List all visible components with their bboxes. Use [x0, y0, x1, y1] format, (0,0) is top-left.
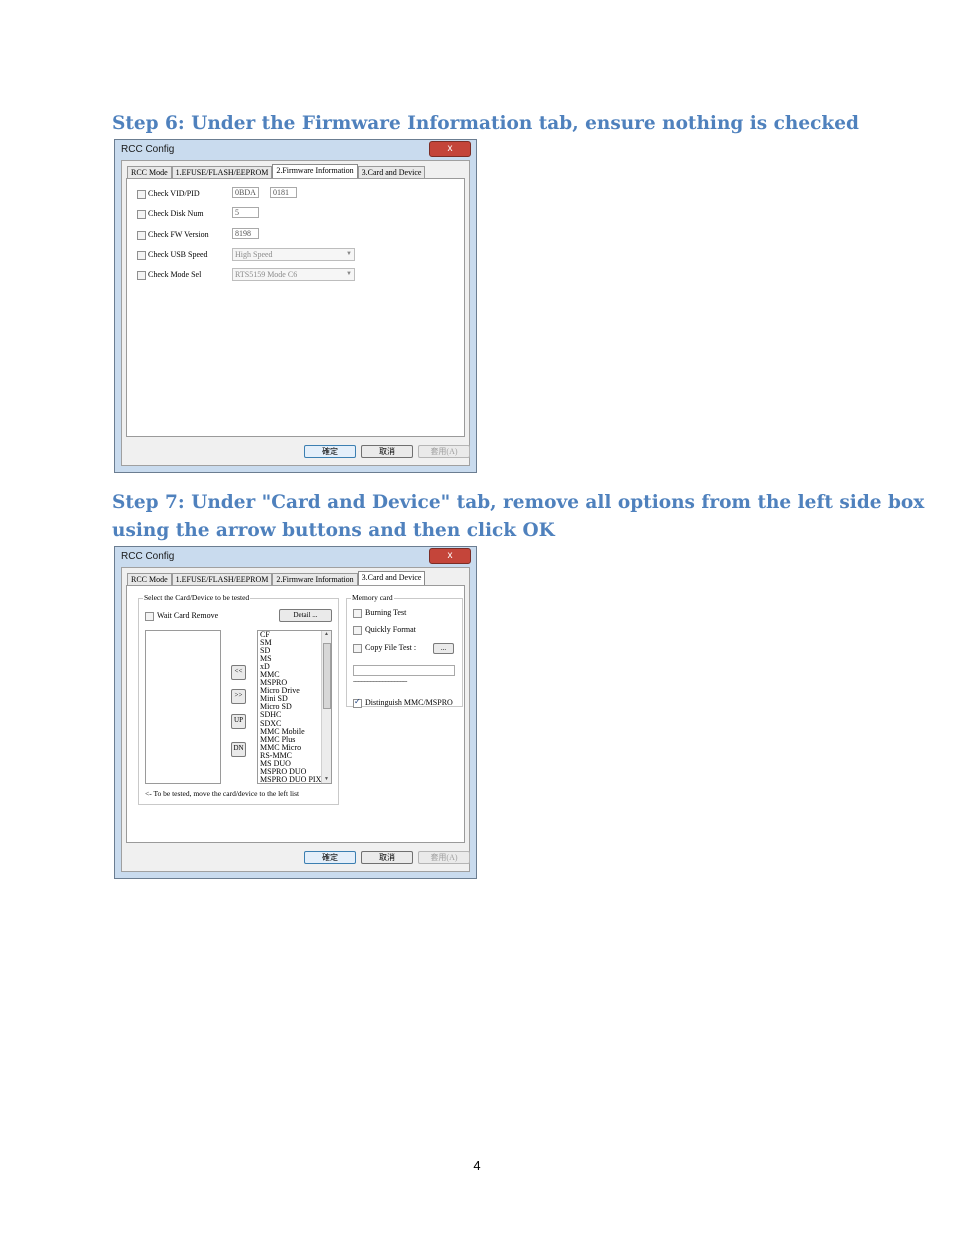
- window-title: RCC Config: [121, 551, 175, 562]
- apply-button[interactable]: 套用(A): [418, 445, 470, 458]
- check-mode-sel-label: Check Mode Sel: [148, 270, 202, 279]
- check-usb-speed-checkbox[interactable]: [137, 251, 146, 260]
- page-number: 4: [473, 1158, 481, 1173]
- scroll-up-icon[interactable]: ▲: [322, 632, 331, 637]
- step-7-heading-line-1: Step 7: Under "Card and Device" tab, rem…: [112, 492, 925, 513]
- copy-file-test-checkbox[interactable]: [353, 644, 362, 653]
- distinguish-mmc-mspro-label: Distinguish MMC/MSPRO: [365, 698, 453, 707]
- step-6-heading: Step 6: Under the Firmware Information t…: [112, 113, 859, 134]
- check-fw-version-checkbox[interactable]: [137, 231, 146, 240]
- window-body: RCC Mode 1.EFUSE/FLASH/EEPROM 2.Firmware…: [121, 160, 470, 466]
- check-disk-num-checkbox[interactable]: [137, 210, 146, 219]
- tab-firmware-information[interactable]: 2.Firmware Information: [272, 164, 358, 179]
- available-devices-list[interactable]: CF SM SD MS xD MMC MSPRO Micro Drive Mini SD Micr…: [257, 630, 332, 784]
- tab-card-and-device[interactable]: 3.Card and Device: [357, 571, 426, 586]
- window-title: RCC Config: [121, 144, 175, 155]
- ok-button[interactable]: 確定: [304, 851, 356, 864]
- disk-num-field[interactable]: 5: [232, 207, 259, 218]
- move-down-button[interactable]: DN: [231, 742, 246, 757]
- detail-button[interactable]: Detail ...: [279, 609, 332, 622]
- tab-strip: RCC Mode 1.EFUSE/FLASH/EEPROM 2.Firmware…: [127, 164, 426, 179]
- scroll-thumb[interactable]: [323, 643, 331, 709]
- select-card-device-title: Select the Card/Device to be tested: [143, 593, 251, 602]
- memory-card-title: Memory card: [351, 593, 394, 602]
- list-scrollbar[interactable]: ▲ ▼: [321, 631, 331, 783]
- quickly-format-checkbox[interactable]: [353, 626, 362, 635]
- check-disk-num-label: Check Disk Num: [148, 209, 204, 218]
- chevron-down-icon: ▼: [346, 251, 352, 257]
- burning-test-label: Burning Test: [365, 608, 407, 617]
- separator-line: ------------------------------------: [353, 679, 407, 685]
- tab-strip: RCC Mode 1.EFUSE/FLASH/EEPROM 2.Firmware…: [127, 571, 426, 586]
- fw-version-field[interactable]: 8198: [232, 228, 259, 239]
- pid-field[interactable]: 0181: [270, 187, 297, 198]
- chevron-down-icon: ▼: [346, 271, 352, 277]
- move-up-button[interactable]: UP: [231, 714, 246, 729]
- usb-speed-value: High Speed: [235, 250, 273, 259]
- memory-card-group: Memory card Burning Test Quickly Format …: [346, 593, 463, 708]
- check-fw-version-label: Check FW Version: [148, 230, 209, 239]
- move-hint-text: <- To be tested, move the card/device to…: [145, 789, 300, 798]
- rcc-config-window-card-device: RCC Config x RCC Mode 1.EFUSE/FLASH/EEPR…: [114, 546, 477, 879]
- usb-speed-select[interactable]: High Speed ▼: [232, 248, 355, 261]
- burning-test-checkbox[interactable]: [353, 609, 362, 618]
- select-card-device-group: Select the Card/Device to be tested Wait…: [138, 593, 339, 805]
- move-all-left-button[interactable]: <<: [231, 665, 246, 680]
- card-and-device-panel: Select the Card/Device to be tested Wait…: [126, 585, 465, 843]
- cancel-button[interactable]: 取消: [361, 851, 413, 864]
- selected-devices-list[interactable]: [145, 630, 221, 784]
- distinguish-mmc-mspro-checkbox[interactable]: [353, 697, 362, 708]
- close-button[interactable]: x: [429, 141, 471, 157]
- mode-sel-value: RTS5159 Mode C6: [235, 270, 298, 279]
- move-right-button[interactable]: >>: [231, 689, 246, 704]
- quickly-format-label: Quickly Format: [365, 625, 416, 634]
- ok-button[interactable]: 確定: [304, 445, 356, 458]
- vid-field[interactable]: 0BDA: [232, 187, 259, 198]
- browse-button[interactable]: ...: [433, 643, 454, 654]
- rcc-config-window-firmware: RCC Config x RCC Mode 1.EFUSE/FLASH/EEPR…: [114, 139, 477, 473]
- firmware-information-panel: Check VID/PID 0BDA 0181 Check Disk Num 5…: [126, 178, 465, 437]
- mode-sel-select[interactable]: RTS5159 Mode C6 ▼: [232, 268, 355, 281]
- window-body: RCC Mode 1.EFUSE/FLASH/EEPROM 2.Firmware…: [121, 567, 470, 872]
- close-button[interactable]: x: [429, 548, 471, 564]
- wait-card-remove-label: Wait Card Remove: [157, 611, 219, 620]
- copy-file-path-field[interactable]: [353, 665, 455, 676]
- apply-button[interactable]: 套用(A): [418, 851, 470, 864]
- copy-file-test-label: Copy File Test :: [365, 643, 417, 652]
- scroll-down-icon[interactable]: ▼: [322, 777, 331, 782]
- check-mode-sel-checkbox[interactable]: [137, 271, 146, 280]
- check-vid-pid-checkbox[interactable]: [137, 190, 146, 199]
- cancel-button[interactable]: 取消: [361, 445, 413, 458]
- check-usb-speed-label: Check USB Speed: [148, 250, 208, 259]
- wait-card-remove-checkbox[interactable]: [145, 612, 154, 621]
- check-vid-pid-label: Check VID/PID: [148, 189, 200, 198]
- step-7-heading-line-2: using the arrow buttons and then click O…: [112, 520, 555, 541]
